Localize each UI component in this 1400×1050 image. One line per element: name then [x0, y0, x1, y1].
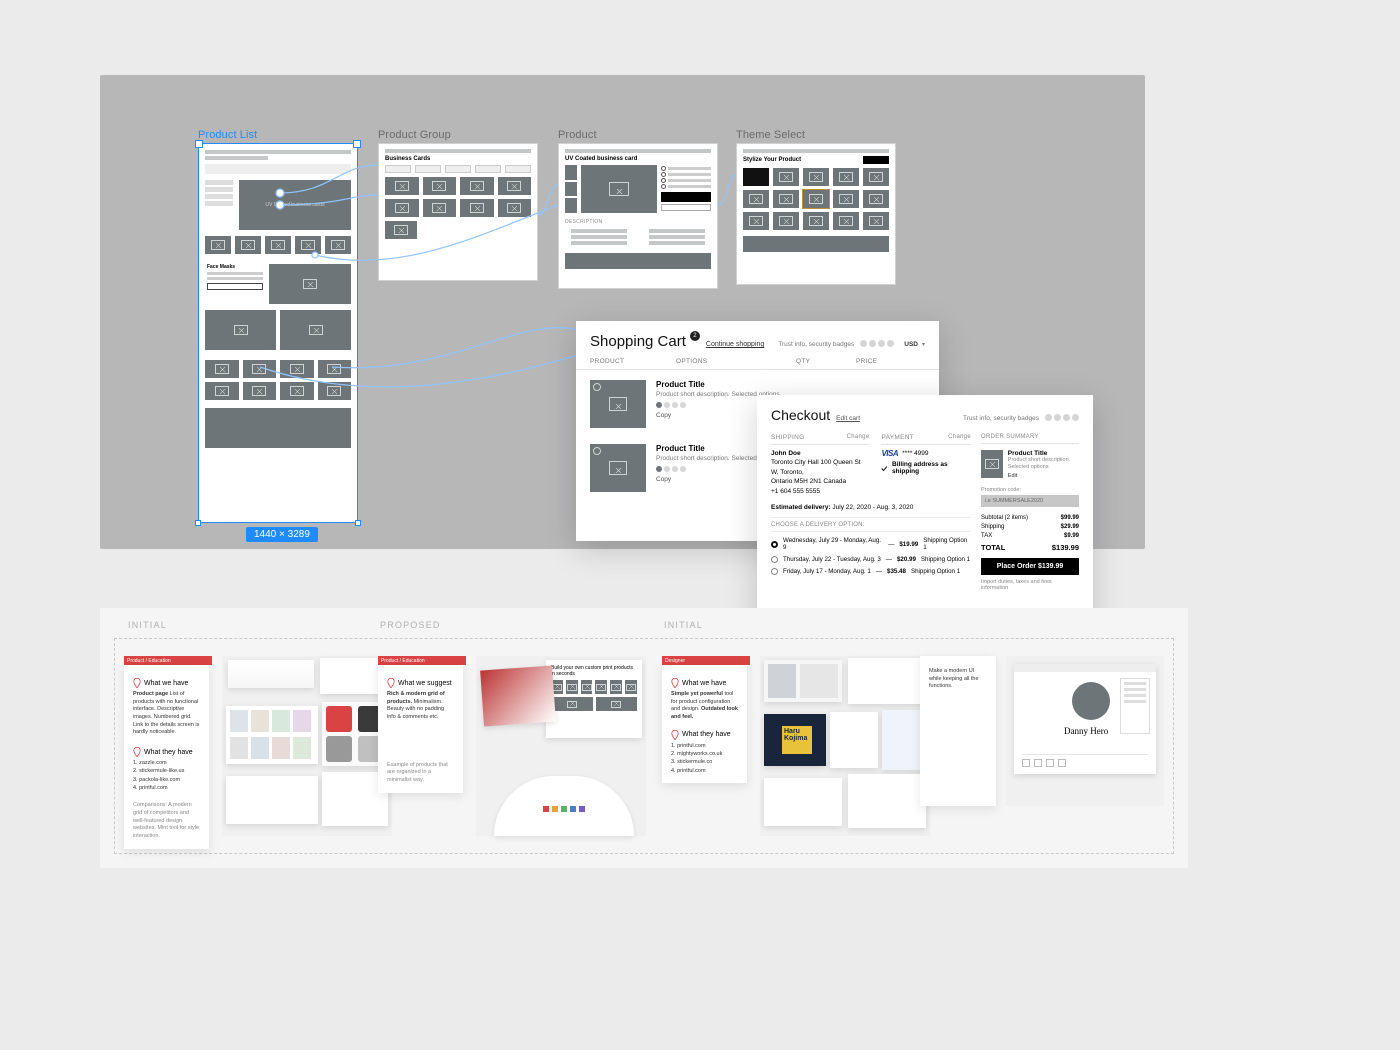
radio-icon [771, 541, 778, 548]
cart-count-badge: 2 [690, 331, 700, 341]
frame-label-theme-select[interactable]: Theme Select [736, 129, 805, 141]
summary-thumb [981, 450, 1003, 478]
remove-icon[interactable] [593, 383, 601, 391]
shipping-phone: +1 604 555 5555 [771, 488, 820, 495]
competitor-tiles [222, 656, 392, 836]
pin-icon [671, 730, 679, 740]
edit-product-link[interactable]: Edit [1008, 473, 1079, 479]
delivery-header: CHOOSE A DELIVERY OPTION: [771, 517, 971, 532]
continue-shopping-link[interactable]: Continue shopping [706, 341, 764, 348]
chevron-down-icon: ▾ [922, 341, 925, 348]
trust-label: Trust info, security badges [778, 341, 854, 348]
delivery-option[interactable]: Thursday, July 22 - Tuesday, Aug. 3—$20.… [771, 556, 971, 563]
currency-select[interactable]: USD [904, 341, 918, 348]
card-tab: Designer [662, 656, 750, 665]
selection-dimensions: 1440 × 3289 [246, 527, 318, 542]
pg-title: Business Cards [385, 156, 531, 162]
cart-columns: PRODUCT OPTIONS QTY PRICE [576, 358, 939, 370]
pin-icon [671, 678, 679, 688]
cart-item-thumb[interactable] [590, 380, 646, 428]
label-proposed-1: PROPOSED [380, 620, 441, 630]
checkout-panel: Checkout Edit cart Trust info, security … [757, 395, 1093, 630]
hero-caption: UV Coated business cards [265, 202, 324, 208]
cart-item-title: Product Title [656, 380, 780, 389]
label-initial-2: INITIAL [664, 620, 703, 630]
promo-input[interactable]: i.e SUMMERSALE2020 [981, 495, 1079, 507]
frame-product-group[interactable]: Business Cards [378, 143, 538, 281]
frame-label-product-group[interactable]: Product Group [378, 129, 451, 141]
pin-icon [133, 747, 141, 757]
proposed-designer-tile: Danny Hero [1006, 656, 1164, 806]
p-title: UV Coated business card [565, 156, 711, 162]
shipping-addr1: Toronto City Hall 100 Queen St W, Toront… [771, 459, 861, 475]
trust-label: Trust info, security badges [963, 415, 1039, 422]
frame-product-list[interactable]: UV Coated business cards Face Masks [198, 143, 358, 523]
checkout-title: Checkout [771, 407, 830, 423]
comparison-section: INITIAL PROPOSED INITIAL Product / Educa… [100, 608, 1188, 868]
radio-icon [771, 568, 778, 575]
delivery-option[interactable]: Wednesday, July 29 - Monday, Aug. 9—$19.… [771, 537, 971, 551]
cart-item-thumb[interactable] [590, 444, 646, 492]
label-initial-1: INITIAL [128, 620, 167, 630]
frame-label-product[interactable]: Product [558, 129, 597, 141]
frame-label-product-list[interactable]: Product List [198, 129, 257, 141]
card-last4: **** 4999 [902, 450, 928, 457]
radio-icon [771, 556, 778, 563]
ts-title: Stylize Your Product [743, 157, 801, 163]
change-shipping-link[interactable]: Change [847, 434, 870, 441]
place-order-button[interactable]: Place Order $139.99 [981, 558, 1079, 575]
delivery-option[interactable]: Friday, July 17 - Monday, Aug. 1—$35.48S… [771, 568, 971, 575]
cart-title: Shopping Cart [590, 333, 686, 350]
pin-icon [387, 678, 395, 688]
billing-same: Billing address as shipping [892, 461, 971, 475]
shipping-name: John Doe [771, 450, 801, 457]
card-tab: Product / Education [378, 656, 466, 665]
designer-tiles: Haru Kojima [760, 656, 930, 836]
change-payment-link[interactable]: Change [948, 434, 971, 441]
card-tab: Product / Education [124, 656, 212, 665]
remove-icon[interactable] [593, 447, 601, 455]
trust-badges [1043, 414, 1079, 423]
frame-product[interactable]: UV Coated business card DESCRIPTION [558, 143, 718, 289]
design-canvas-root: Basic Flow Product List Product Group Pr… [0, 0, 1400, 1050]
section-title: Face Masks [207, 264, 265, 270]
proposed-tiles: Build your own custom print products in … [476, 656, 646, 836]
card-brand: VISA [881, 449, 898, 458]
p-desc-h: DESCRIPTION [565, 219, 711, 225]
check-icon [881, 465, 888, 472]
edit-cart-link[interactable]: Edit cart [836, 415, 860, 422]
frame-theme-select[interactable]: Stylize Your Product [736, 143, 896, 285]
trust-badges [858, 340, 894, 349]
shipping-addr2: Ontario M5H 2N1 Canada [771, 478, 846, 485]
pin-icon [133, 678, 141, 688]
